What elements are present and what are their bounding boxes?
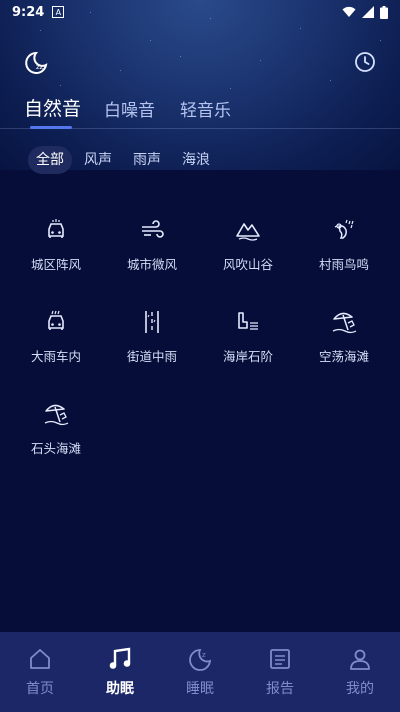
person-icon — [350, 649, 370, 670]
nav-sleep-aid[interactable]: 助眠 — [80, 632, 160, 712]
tab-active-indicator — [30, 126, 72, 129]
beach-umbrella-icon — [44, 404, 69, 426]
street-icon — [145, 311, 159, 333]
nav-report[interactable]: 报告 — [240, 632, 320, 712]
clock-icon[interactable] — [354, 51, 376, 73]
nav-label: 报告 — [266, 681, 294, 697]
svg-text:zz: zz — [36, 63, 44, 71]
nav-mine[interactable]: 我的 — [320, 632, 400, 712]
chip-waves[interactable]: 海浪 — [174, 146, 218, 174]
steps-icon — [238, 312, 258, 330]
category-tabs: 自然音 白噪音 轻音乐 — [0, 94, 400, 130]
nav-label: 首页 — [26, 681, 54, 697]
battery-icon — [380, 5, 388, 19]
sound-item-label: 空荡海滩 — [318, 349, 369, 364]
svg-text:z: z — [202, 651, 206, 659]
chip-wind[interactable]: 风声 — [76, 146, 120, 174]
sound-item[interactable]: 村雨鸟鸣 — [294, 216, 394, 296]
mountain-icon — [236, 223, 260, 241]
header-background — [0, 0, 400, 170]
sound-list-panel: 城区阵风 城市微风 风吹山谷 村雨鸟鸣 大雨车内 街道中雨 海岸石阶 空荡海滩 … — [0, 170, 400, 632]
sound-item-label: 风吹山谷 — [222, 257, 273, 272]
chip-rain[interactable]: 雨声 — [125, 146, 169, 174]
filter-chips: 全部 风声 雨声 海浪 — [0, 146, 400, 176]
moon-icon[interactable]: zz — [22, 50, 48, 76]
nav-label: 我的 — [346, 681, 374, 697]
status-bar: 9:24 A — [0, 0, 400, 24]
music-note-icon — [109, 647, 131, 669]
home-icon — [30, 649, 50, 669]
sound-item-label: 石头海滩 — [30, 441, 81, 456]
chip-all[interactable]: 全部 — [28, 146, 72, 174]
sound-item[interactable]: 空荡海滩 — [294, 308, 394, 388]
tab-white-noise[interactable]: 白噪音 — [104, 96, 155, 121]
car-icon — [48, 219, 64, 238]
sound-item[interactable]: 大雨车内 — [6, 308, 106, 388]
sound-item-label: 大雨车内 — [30, 349, 81, 364]
nav-home[interactable]: 首页 — [0, 632, 80, 712]
signal-icon — [362, 6, 374, 18]
nav-label: 睡眠 — [186, 681, 214, 697]
nav-label: 助眠 — [106, 681, 134, 697]
car-rain-icon — [48, 310, 64, 330]
wind-icon — [142, 220, 164, 238]
tab-natural-sound[interactable]: 自然音 — [24, 94, 81, 121]
tab-light-music[interactable]: 轻音乐 — [180, 96, 231, 121]
report-icon — [270, 649, 290, 669]
status-time: 9:24 — [12, 4, 45, 20]
bottom-nav: 首页 助眠 z 睡眠 报告 我的 — [0, 632, 400, 712]
bird-rain-icon — [334, 219, 354, 239]
beach-umbrella-icon — [332, 312, 357, 334]
sound-item-label: 海岸石阶 — [222, 349, 273, 364]
sound-item[interactable]: 城区阵风 — [6, 216, 106, 296]
moon-zz-icon: z — [189, 649, 212, 671]
wifi-icon — [342, 6, 356, 17]
sound-item-label: 街道中雨 — [126, 349, 177, 364]
nav-sleep[interactable]: z 睡眠 — [160, 632, 240, 712]
sound-item-label: 城市微风 — [126, 257, 177, 272]
sound-item[interactable]: 街道中雨 — [102, 308, 202, 388]
sound-item-label: 村雨鸟鸣 — [318, 257, 369, 272]
sound-item-label: 城区阵风 — [30, 257, 81, 272]
a-box-icon: A — [52, 6, 65, 18]
sound-item[interactable]: 石头海滩 — [6, 400, 106, 480]
sound-item[interactable]: 城市微风 — [102, 216, 202, 296]
sound-item[interactable]: 海岸石阶 — [198, 308, 298, 388]
sound-item[interactable]: 风吹山谷 — [198, 216, 298, 296]
